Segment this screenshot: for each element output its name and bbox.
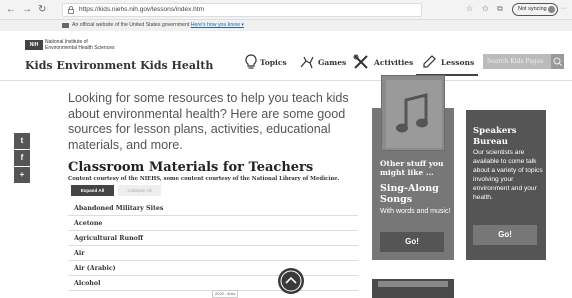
music-note-image bbox=[381, 75, 445, 151]
search-button[interactable] bbox=[551, 54, 564, 69]
running-hand-icon bbox=[300, 56, 314, 69]
twitter-share-button[interactable]: t bbox=[14, 133, 30, 149]
gov-banner: An official website of the United States… bbox=[0, 20, 572, 31]
sing-along-go-button[interactable]: Go! bbox=[380, 232, 444, 252]
site-title[interactable]: Kids Environment Kids Health bbox=[25, 59, 213, 72]
collections-icon[interactable]: ⧉ bbox=[497, 4, 503, 14]
back-icon[interactable]: ← bbox=[6, 3, 16, 17]
scroll-to-top-button[interactable] bbox=[278, 268, 304, 294]
topic-row[interactable]: Abandoned Military Sites bbox=[68, 201, 358, 216]
avatar bbox=[547, 6, 555, 13]
nav-games[interactable]: Games bbox=[318, 56, 346, 70]
us-flag-icon bbox=[62, 23, 69, 28]
nih-logo[interactable]: NIH bbox=[25, 40, 43, 50]
courtesy-note: Content courtesy of the NIEHS, some cont… bbox=[68, 176, 340, 182]
header-divider bbox=[0, 80, 572, 81]
search-input[interactable]: Search Kids Pages bbox=[483, 54, 551, 69]
gov-banner-link[interactable]: Here's how you know ▾ bbox=[191, 22, 244, 28]
expand-all-button[interactable]: Expand All bbox=[71, 185, 114, 196]
topic-row[interactable]: Agricultural Runoff bbox=[68, 231, 358, 246]
topic-row[interactable]: Alcohol bbox=[68, 276, 358, 291]
topic-row[interactable]: Air (Arabic) bbox=[68, 261, 358, 276]
section-title: Classroom Materials for Teachers bbox=[68, 160, 314, 175]
sing-along-title: Sing-Along Songs bbox=[380, 183, 439, 205]
pencil-icon bbox=[423, 55, 436, 68]
facebook-share-button[interactable]: f bbox=[14, 150, 30, 166]
nav-topics[interactable]: Topics bbox=[260, 56, 287, 70]
tools-icon bbox=[353, 54, 368, 69]
nav-activities[interactable]: Activities bbox=[374, 56, 413, 70]
speakers-bureau-title: Speakers Bureau bbox=[473, 126, 517, 147]
speakers-bureau-text: Our scientists are available to come tal… bbox=[473, 149, 543, 201]
scroll-tooltip: 2020 - links bbox=[212, 290, 239, 298]
more-share-button[interactable]: + bbox=[14, 167, 30, 183]
url-text: https://kids.niehs.nih.gov/lessons/index… bbox=[79, 6, 205, 13]
institute-name: National Institute of Environmental Heal… bbox=[45, 39, 114, 51]
institute-line-2: Environmental Health Sciences bbox=[45, 45, 115, 51]
profile-sync-button[interactable]: Not syncing bbox=[512, 3, 558, 16]
reload-icon[interactable]: ↻ bbox=[38, 3, 46, 17]
topic-row[interactable]: Acetone bbox=[68, 216, 358, 231]
speakers-bureau-go-button[interactable]: Go! bbox=[473, 225, 537, 245]
lock-icon bbox=[68, 6, 74, 14]
chevron-up-icon bbox=[280, 270, 302, 292]
other-stuff-heading: Other stuff you might like ... bbox=[380, 159, 444, 177]
sync-label: Not syncing bbox=[518, 6, 547, 12]
favorite-star-icon[interactable]: ☆ bbox=[466, 4, 473, 14]
search-icon bbox=[553, 57, 562, 66]
favorites-bar-icon[interactable]: ✩ bbox=[482, 4, 489, 14]
more-menu-icon[interactable]: ··· bbox=[560, 4, 567, 14]
forward-icon[interactable]: → bbox=[22, 3, 32, 17]
sing-along-text: With words and music! bbox=[380, 208, 451, 215]
next-promo-card bbox=[372, 279, 454, 298]
gov-banner-text: An official website of the United States… bbox=[72, 22, 190, 28]
address-bar[interactable]: https://kids.niehs.nih.gov/lessons/index… bbox=[62, 3, 422, 17]
lightbulb-icon bbox=[245, 54, 257, 69]
collapse-all-button[interactable]: Collapse All bbox=[118, 185, 161, 196]
promo-image-strip bbox=[378, 281, 448, 287]
music-note-icon bbox=[396, 93, 428, 133]
topic-row[interactable]: Air bbox=[68, 246, 358, 261]
nav-lessons[interactable]: Lessons bbox=[441, 56, 474, 70]
browser-toolbar: ← → ↻ https://kids.niehs.nih.gov/lessons… bbox=[0, 0, 572, 20]
intro-text: Looking for some resources to help you t… bbox=[68, 91, 349, 152]
